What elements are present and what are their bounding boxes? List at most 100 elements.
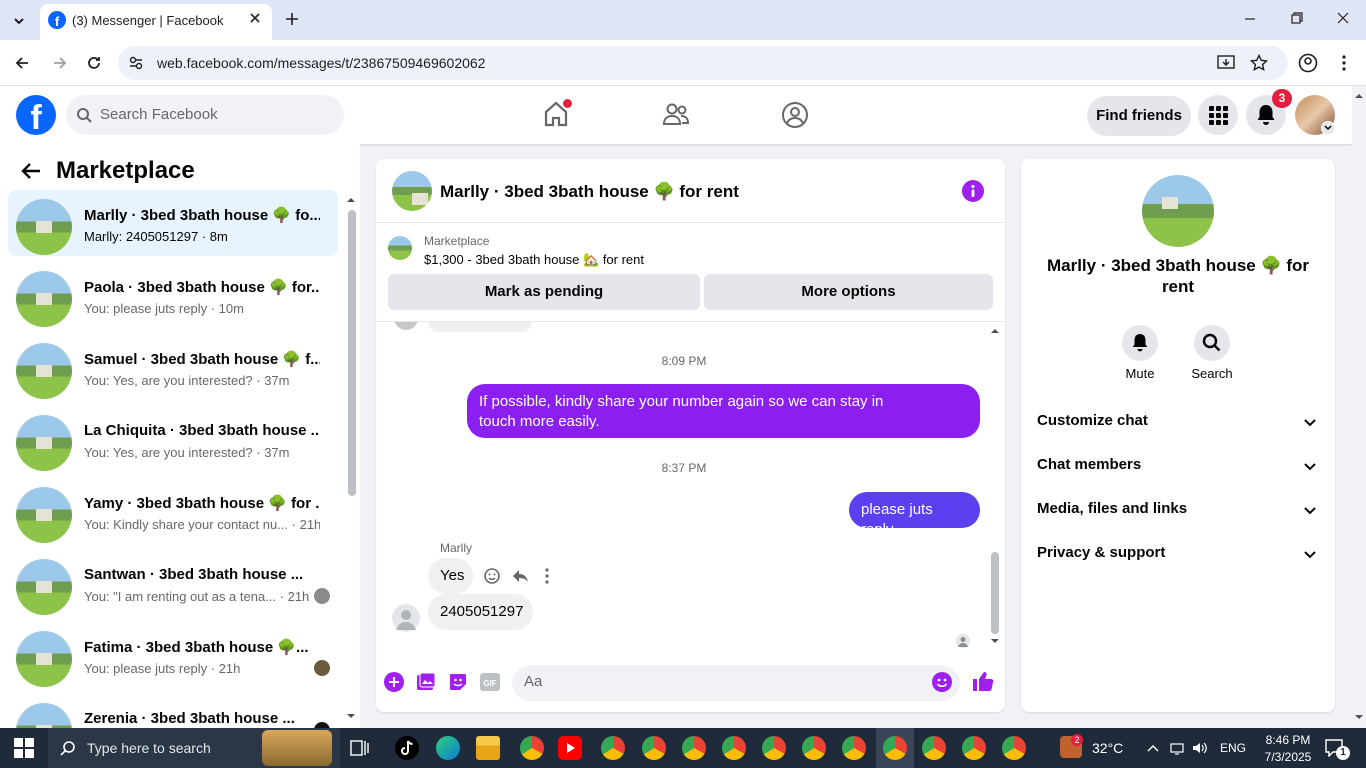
tiktok-icon[interactable] [395, 736, 419, 760]
chrome-icon[interactable] [802, 736, 826, 760]
chrome-icon[interactable] [682, 736, 706, 760]
conversation-preview: You: Yes, are you interested? · 37m [84, 373, 290, 388]
chat-title[interactable]: Marlly · 3bed 3bath house 🌳 for rent [440, 182, 739, 202]
chat-avatar[interactable] [392, 171, 432, 211]
system-clock[interactable]: 8:46 PM 7/3/2025 [1258, 732, 1318, 766]
mark-as-pending-button[interactable]: Mark as pending [388, 274, 700, 310]
task-view-icon[interactable] [350, 738, 370, 758]
message-input[interactable] [512, 665, 960, 701]
more-options-button[interactable]: More options [704, 274, 993, 310]
file-explorer-icon[interactable] [476, 736, 500, 760]
outgoing-message[interactable]: If possible, kindly share your number ag… [467, 384, 980, 438]
thread-scroll-thumb[interactable] [991, 552, 999, 634]
account-chevron-icon[interactable] [1321, 121, 1335, 135]
sticker-icon[interactable] [448, 672, 468, 692]
conversation-item[interactable]: Yamy · 3bed 3bath house 🌳 for ... You: K… [8, 478, 338, 544]
taskbar-search-icon [60, 740, 76, 756]
groups-icon[interactable] [781, 101, 809, 129]
back-arrow-icon[interactable] [14, 55, 30, 71]
url-text[interactable]: web.facebook.com/messages/t/238675094696… [157, 55, 485, 71]
menu-button[interactable] [1198, 95, 1238, 135]
find-friends-button[interactable]: Find friends [1087, 96, 1191, 136]
attach-photo-icon[interactable] [416, 672, 436, 692]
previous-message-bubble [428, 322, 532, 332]
like-thumbs-up-icon[interactable] [972, 670, 994, 692]
back-arrow-icon[interactable] [20, 160, 42, 182]
incoming-message[interactable]: Yes [428, 558, 473, 594]
emoji-icon[interactable] [932, 672, 952, 692]
minimize-icon[interactable] [1243, 11, 1257, 25]
bookmark-star-icon[interactable] [1250, 54, 1268, 72]
page-scrollbar[interactable] [1352, 86, 1366, 728]
gif-icon[interactable]: GIF [480, 673, 500, 691]
chrome-icon[interactable] [842, 736, 866, 760]
restore-icon[interactable] [1290, 11, 1304, 25]
conversation-item[interactable]: Fatima · 3bed 3bath house 🌳... You: plea… [8, 622, 338, 688]
conversation-name: Paola · 3bed 3bath house 🌳 for... [84, 279, 320, 296]
reply-icon[interactable] [511, 567, 529, 585]
chrome-icon[interactable] [601, 736, 625, 760]
listing-title[interactable]: $1,300 - 3bed 3bath house 🏡 for rent [424, 252, 644, 268]
chrome-icon[interactable] [762, 736, 786, 760]
marketplace-label: Marketplace [424, 234, 490, 248]
more-actions-plus-icon[interactable] [384, 672, 404, 692]
row-label: Privacy & support [1037, 544, 1166, 561]
chrome-icon[interactable] [922, 736, 946, 760]
incoming-message[interactable]: 2405051297 [428, 594, 533, 630]
conversation-item[interactable]: Marlly · 3bed 3bath house 🌳 fo... Marlly… [8, 190, 338, 256]
close-tab-icon[interactable] [248, 11, 262, 25]
forward-arrow-icon[interactable] [52, 55, 68, 71]
windows-start-icon[interactable] [14, 738, 34, 758]
chrome-icon-active[interactable] [883, 736, 907, 760]
conversation-item[interactable]: Zerenia · 3bed 3bath house ... [8, 694, 338, 728]
chrome-icon[interactable] [642, 736, 666, 760]
chrome-icon[interactable] [962, 736, 986, 760]
outgoing-message[interactable]: please juts reply [849, 492, 980, 538]
sender-name: Marlly [440, 541, 472, 555]
conversation-item[interactable]: La Chiquita · 3bed 3bath house ... You: … [8, 406, 338, 472]
timestamp: 8:09 PM [661, 354, 707, 368]
listing-thumbnail[interactable] [388, 236, 412, 260]
new-tab-icon[interactable] [284, 11, 300, 27]
volume-icon[interactable] [1192, 741, 1208, 755]
site-info-icon[interactable] [128, 55, 144, 71]
more-actions-icon[interactable] [540, 567, 554, 585]
conversation-info-icon[interactable] [962, 180, 984, 202]
react-icon[interactable] [483, 567, 501, 585]
seen-avatar [314, 660, 330, 676]
reload-icon[interactable] [86, 55, 102, 71]
sidebar-scroll-thumb[interactable] [348, 210, 356, 496]
privacy-support-row[interactable]: Privacy & support [1037, 544, 1323, 568]
search-in-conversation-button[interactable] [1194, 325, 1230, 361]
customize-chat-row[interactable]: Customize chat [1037, 412, 1323, 436]
profile-icon[interactable] [1298, 53, 1318, 73]
avatar [16, 487, 72, 543]
edge-icon[interactable] [436, 736, 460, 760]
conversation-name: Marlly · 3bed 3bath house 🌳 fo... [84, 207, 320, 224]
timestamp: 8:37 PM [661, 461, 707, 475]
chrome-icon[interactable] [722, 736, 746, 760]
mute-button[interactable] [1122, 325, 1158, 361]
install-app-icon[interactable] [1217, 54, 1235, 72]
youtube-icon[interactable] [558, 736, 582, 760]
chevron-up-icon[interactable] [1146, 742, 1160, 754]
network-icon[interactable] [1170, 741, 1184, 755]
media-files-links-row[interactable]: Media, files and links [1037, 500, 1323, 524]
avatar [16, 271, 72, 327]
chat-members-row[interactable]: Chat members [1037, 456, 1323, 480]
conversation-item[interactable]: Paola · 3bed 3bath house 🌳 for... You: p… [8, 262, 338, 328]
tab-search-icon[interactable] [11, 13, 27, 29]
conversation-item[interactable]: Samuel · 3bed 3bath house 🌳 f... You: Ye… [8, 334, 338, 400]
input-language[interactable]: ENG [1220, 741, 1246, 755]
chrome-icon[interactable] [520, 736, 544, 760]
facebook-logo[interactable]: f [16, 95, 56, 135]
browser-menu-icon[interactable] [1336, 54, 1352, 72]
conversation-item[interactable]: Santwan · 3bed 3bath house ... You: "I a… [8, 550, 338, 616]
temperature[interactable]: 32°C [1092, 740, 1123, 756]
chrome-icon[interactable] [1002, 736, 1026, 760]
contact-avatar[interactable] [1142, 175, 1214, 247]
chevron-down-icon [1303, 504, 1317, 518]
svg-text:f: f [55, 14, 60, 29]
close-window-icon[interactable] [1336, 11, 1350, 25]
friends-icon[interactable] [662, 101, 690, 127]
